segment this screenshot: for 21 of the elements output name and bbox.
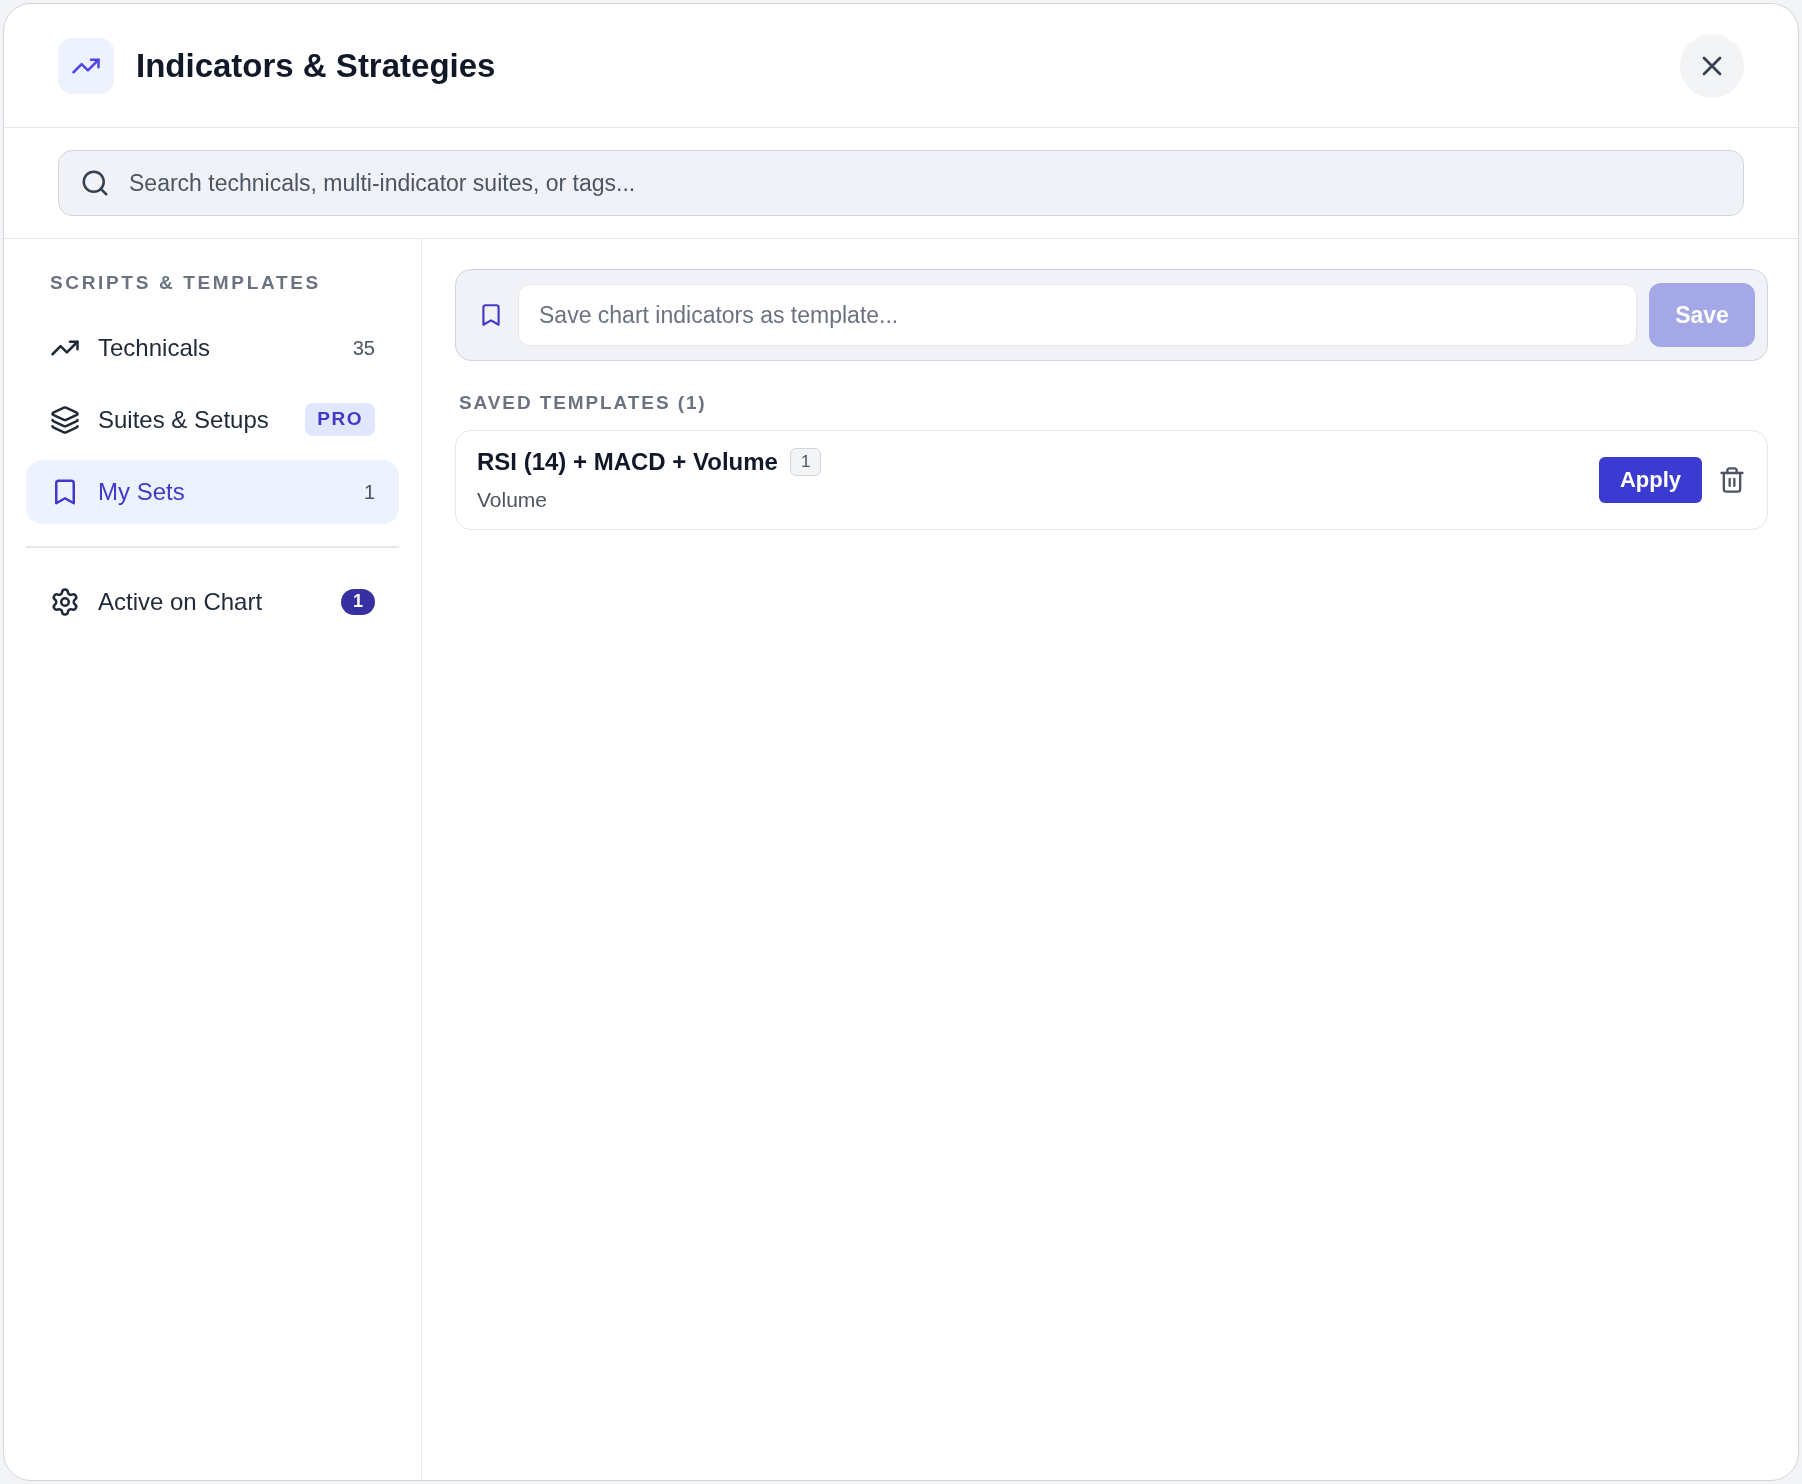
gear-icon: [50, 586, 80, 617]
layers-icon: [50, 404, 80, 435]
apply-button[interactable]: Apply: [1599, 456, 1702, 503]
section-heading: SCRIPTS & TEMPLATES: [49, 271, 322, 295]
count-badge: 1: [789, 448, 822, 476]
delete-button[interactable]: [1718, 465, 1746, 494]
item-count: 35: [352, 335, 375, 361]
count-badge: 1: [341, 588, 375, 615]
section-heading: SAVED TEMPLATES (1): [458, 391, 708, 415]
trash-icon: [1718, 465, 1746, 494]
search-field[interactable]: Search technicals, multi-indicator suites, or tags...: [58, 150, 1744, 216]
search-icon: [80, 168, 110, 198]
dialog-title: Indicators & Strategies: [136, 45, 496, 86]
sidebar-item[interactable]: Active on Chart 1: [26, 569, 399, 634]
template-name: RSI (14) + MACD + Volume: [477, 446, 778, 477]
item-count: 1: [363, 479, 375, 505]
sidebar-item[interactable]: Suites & Setups PRO: [26, 387, 399, 452]
sidebar-item[interactable]: My Sets 1: [26, 459, 399, 524]
sidebar-item[interactable]: Technicals 35: [26, 315, 399, 380]
template-subtitle: Volume: [477, 486, 549, 513]
pro-badge: PRO: [305, 403, 375, 436]
